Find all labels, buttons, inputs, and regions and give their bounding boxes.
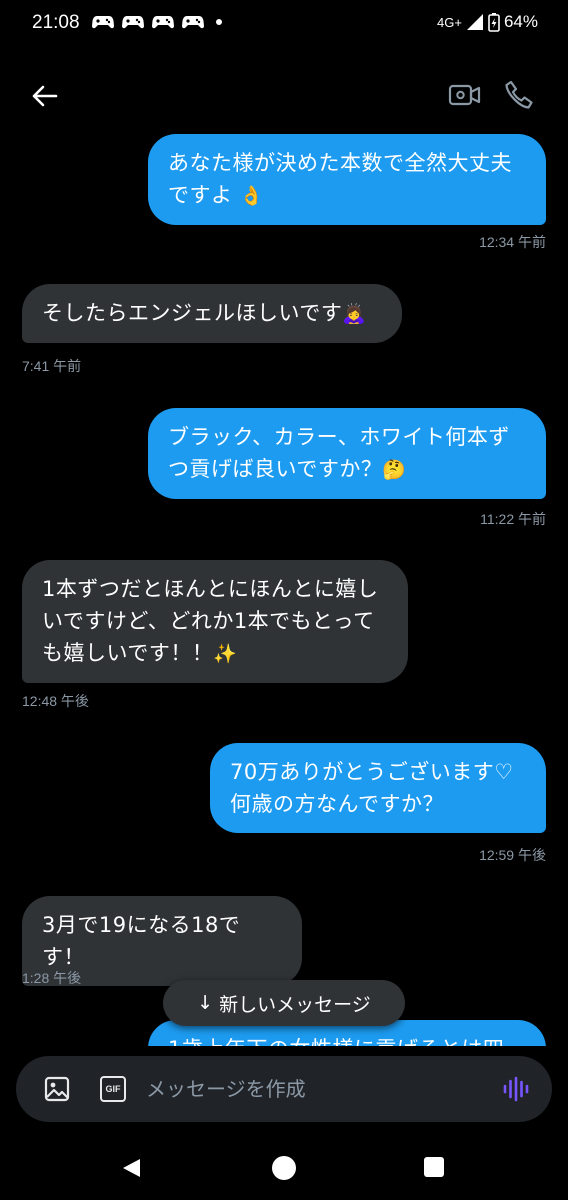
message-line: も嬉しいです！！✨	[42, 637, 388, 670]
system-navigation-bar	[0, 1140, 568, 1196]
message-text: も嬉しいです！！	[42, 641, 214, 665]
message-timestamp: 12:48 午後	[22, 693, 89, 709]
ok-hand-emoji: 👌	[239, 185, 264, 207]
square-recents-icon[interactable]	[424, 1157, 444, 1177]
message-composer: GIF	[16, 1056, 552, 1122]
new-messages-label: 新しいメッセージ	[219, 993, 371, 1016]
outgoing-message-bubble[interactable]: あなた様が決めた本数で全然大丈夫 ですよ 👌	[148, 134, 546, 225]
message-text: そしたらエンジェルほしいです	[42, 301, 343, 325]
message-line: 何歳の方なんですか？	[230, 792, 444, 816]
message-timestamp: 7:41 午前	[22, 358, 82, 374]
message-line: ですよ 👌	[168, 179, 526, 212]
message-timestamp: 12:34 午前	[479, 234, 546, 250]
video-camera-icon[interactable]	[448, 80, 482, 110]
incoming-message-bubble[interactable]: 1本ずつだとほんとにほんとに嬉し いですけど、どれか1本でもとって も嬉しいです…	[22, 560, 408, 683]
arrow-down-icon: ↓	[197, 992, 214, 1014]
message-input[interactable]	[146, 1070, 486, 1108]
message-text: ですよ	[168, 183, 233, 207]
triangle-back-icon[interactable]	[120, 1156, 144, 1180]
message-text: つ貢げば良いですか？	[168, 457, 383, 481]
new-messages-button[interactable]: ↓ 新しいメッセージ	[163, 980, 405, 1026]
image-icon[interactable]	[44, 1076, 70, 1102]
message-line: 70万ありがとうございます♡	[230, 760, 514, 784]
message-line: 1歳上年下の女性様に貢げるとは四	[168, 1033, 526, 1046]
thinking-face-emoji: 🤔	[382, 459, 407, 481]
bowing-woman-emoji: 🙇‍♀️	[342, 303, 367, 325]
message-line: あなた様が決めた本数で全然大丈夫	[168, 151, 512, 175]
arrow-left-icon[interactable]	[28, 80, 60, 112]
circle-home-icon[interactable]	[272, 1156, 296, 1180]
message-line: ブラック、カラー、ホワイト何本ず	[168, 425, 510, 449]
conversation-header	[0, 70, 568, 122]
sparkles-emoji: ✨	[213, 643, 238, 665]
incoming-message-bubble[interactable]: そしたらエンジェルほしいです🙇‍♀️	[22, 284, 402, 343]
phone-icon[interactable]	[502, 78, 536, 112]
message-line: いですけど、どれか1本でもとって	[42, 609, 375, 633]
outgoing-message-bubble[interactable]: ブラック、カラー、ホワイト何本ず つ貢げば良いですか？🤔	[148, 408, 546, 499]
message-thread[interactable]: あなた様が決めた本数で全然大丈夫 ですよ 👌 12:34 午前 そしたらエンジェ…	[0, 0, 568, 1046]
message-line: つ貢げば良いですか？🤔	[168, 453, 526, 486]
message-timestamp: 11:22 午前	[480, 511, 546, 527]
voice-wave-icon[interactable]	[502, 1075, 530, 1103]
outgoing-message-bubble[interactable]: 70万ありがとうございます♡ 何歳の方なんですか？	[210, 743, 546, 833]
message-line: そしたらエンジェルほしいです🙇‍♀️	[42, 297, 382, 330]
gif-button[interactable]: GIF	[100, 1076, 126, 1102]
message-timestamp: 12:59 午後	[479, 847, 546, 863]
message-line: 1本ずつだとほんとにほんとに嬉し	[42, 577, 379, 601]
message-timestamp: 1:28 午後	[22, 970, 82, 986]
message-line: 3月で19になる18です！	[42, 913, 241, 969]
